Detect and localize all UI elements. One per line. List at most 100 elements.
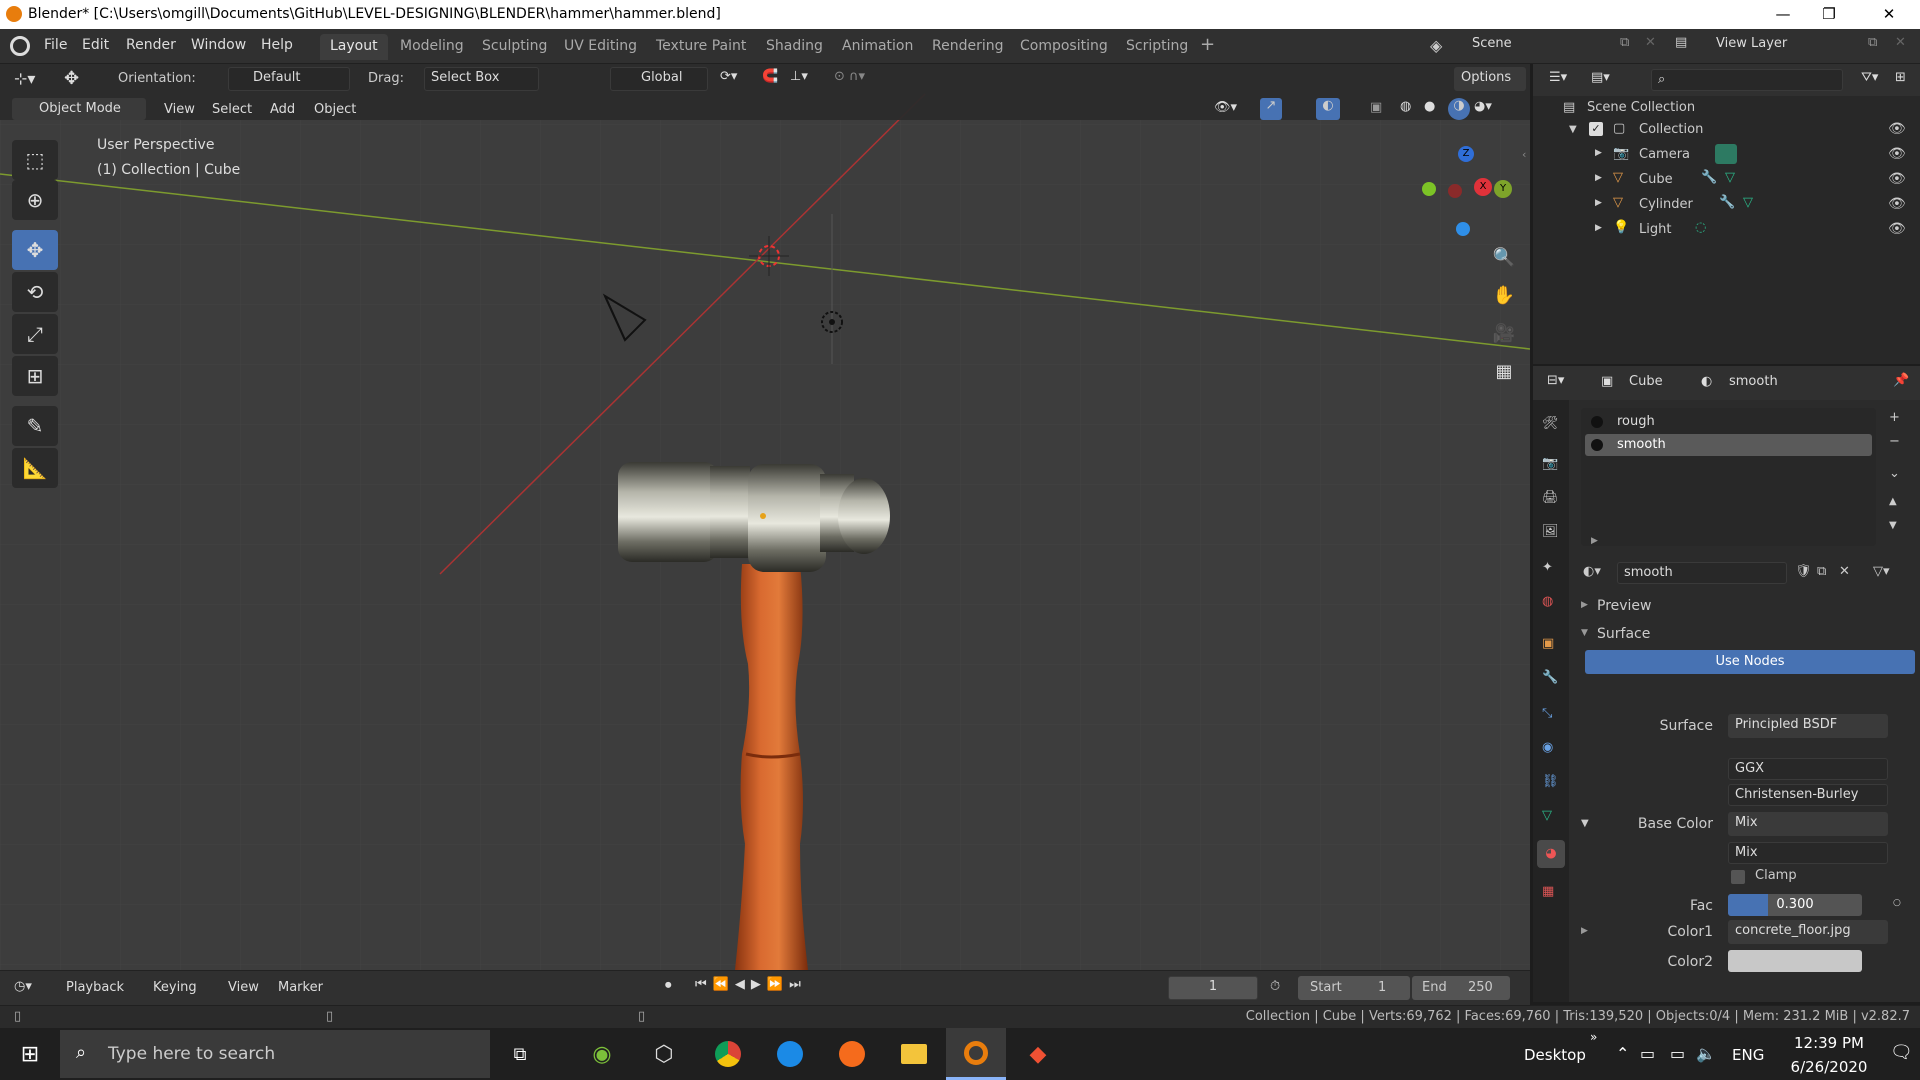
socket-icon[interactable]: ○ [1893, 898, 1901, 908]
new-view-layer-icon[interactable]: ⧉ [1868, 35, 1877, 50]
mesh-data-icon[interactable]: ▽ [1725, 170, 1735, 185]
collection-label[interactable]: Collection [1639, 122, 1703, 137]
volume-icon[interactable]: 🔈 [1696, 1044, 1716, 1063]
tray-chevron-icon[interactable]: ⌃ [1616, 1044, 1629, 1063]
record-icon[interactable]: ⏺ [665, 978, 672, 993]
pivot-icon[interactable]: ⟳▾ [720, 69, 737, 84]
delete-view-layer-icon[interactable]: ✕ [1895, 35, 1906, 50]
outliner-item-camera[interactable]: Camera [1639, 147, 1690, 162]
sidebar-toggle-icon[interactable]: ‹ [1522, 148, 1526, 161]
material-slot-smooth[interactable]: smooth [1617, 437, 1666, 452]
material-preview-icon[interactable]: ◑ [1448, 98, 1470, 120]
menu-view[interactable]: View [164, 102, 195, 117]
3d-viewport[interactable]: ⊹▾ ✥ Orientation: Default Drag: Select B… [0, 64, 1530, 970]
scene-icon[interactable]: ◈ [1430, 36, 1442, 55]
mix-blend-dropdown[interactable]: Mix [1728, 842, 1888, 864]
use-nodes-button[interactable]: Use Nodes [1585, 650, 1915, 674]
notifications-icon[interactable]: 🗨 [1890, 1042, 1913, 1063]
rendered-shading-icon[interactable]: ◕▾ [1474, 99, 1492, 114]
taskbar-search-box[interactable]: ⌕ Type here to search [60, 1030, 490, 1078]
object-mode-dropdown[interactable]: Object Mode [12, 98, 146, 120]
language-indicator[interactable]: ENG [1732, 1046, 1764, 1064]
properties-editor-icon[interactable]: ⊟▾ [1547, 373, 1564, 388]
expand-arrow-icon[interactable]: ▶ [1581, 926, 1588, 936]
color1-texture-field[interactable]: concrete_floor.jpg [1728, 920, 1888, 944]
scene-tab-icon[interactable]: ✦ [1542, 560, 1553, 575]
surface-shader-field[interactable]: Principled BSDF [1728, 714, 1888, 738]
visibility-icon[interactable]: 👁▾ [1214, 100, 1237, 115]
overlay-toggle-icon[interactable]: ◐ [1316, 98, 1340, 120]
filter-icon[interactable]: ⛛▾ [1861, 70, 1878, 85]
zoom-icon[interactable]: 🔍 [1487, 240, 1521, 274]
wireframe-shading-icon[interactable]: ◍ [1400, 99, 1411, 114]
tab-texture-paint[interactable]: Texture Paint [646, 34, 756, 60]
gizmo-toggle-icon[interactable]: ↗ [1260, 98, 1282, 120]
new-scene-icon[interactable]: ⧉ [1620, 35, 1629, 50]
playback-controls[interactable]: ⏮⏪◀▶⏩⏭ [695, 977, 807, 992]
camera-data-icon[interactable] [1715, 144, 1737, 164]
file-explorer-icon[interactable] [884, 1028, 944, 1080]
light-eye-icon[interactable]: 👁 [1888, 221, 1906, 237]
proportional-edit-icon[interactable]: ⊙ ∩▾ [834, 69, 865, 84]
expand-arrow-icon[interactable]: ▶ [1595, 173, 1602, 183]
output-tab-icon[interactable]: 🖨 [1542, 490, 1559, 505]
move-up-icon[interactable]: ▲ [1889, 496, 1897, 507]
xray-icon[interactable]: ▣ [1370, 100, 1382, 115]
add-slot-icon[interactable]: + [1889, 410, 1900, 425]
solid-shading-icon[interactable]: ● [1424, 99, 1435, 114]
render-tab-icon[interactable]: 📷 [1542, 456, 1558, 471]
fake-user-icon[interactable]: 🛡 [1795, 564, 1812, 579]
unity-icon[interactable]: ⬡ [634, 1028, 694, 1080]
texture-tab-icon[interactable]: ▦ [1542, 884, 1554, 899]
collapse-arrow-icon[interactable]: ▼ [1581, 818, 1589, 829]
blender-menu-icon[interactable] [10, 36, 30, 56]
collection-eye-icon[interactable]: 👁 [1888, 121, 1906, 137]
tab-scripting[interactable]: Scripting [1116, 34, 1198, 60]
annotate-tool-icon[interactable]: ✎ [12, 406, 58, 446]
tab-shading[interactable]: Shading [756, 34, 833, 60]
collapse-arrow-icon[interactable]: ▼ [1581, 628, 1588, 638]
expand-arrow-icon[interactable]: ▶ [1581, 600, 1588, 610]
outliner-search-input[interactable]: ⌕ [1651, 69, 1843, 91]
menu-file[interactable]: File [44, 37, 67, 53]
particles-tab-icon[interactable]: ⤡ [1542, 706, 1552, 721]
delete-scene-icon[interactable]: ✕ [1645, 35, 1656, 50]
pan-hand-icon[interactable]: ✋ [1487, 278, 1521, 312]
collection-checkbox[interactable]: ✓ [1589, 122, 1603, 136]
link-to-icon[interactable]: ▽▾ [1873, 564, 1890, 579]
minimize-button[interactable]: — [1760, 0, 1806, 29]
scene-collection-label[interactable]: Scene Collection [1587, 100, 1695, 115]
menu-edit[interactable]: Edit [82, 37, 109, 53]
outliner-editor-icon[interactable]: ☰▾ [1549, 70, 1567, 85]
clock-date[interactable]: 6/26/2020 [1784, 1058, 1874, 1076]
new-collection-icon[interactable]: ⊞ [1895, 70, 1906, 85]
playback-menu[interactable]: Playback [66, 980, 124, 995]
duplicate-material-icon[interactable]: ⧉ [1817, 564, 1826, 579]
git-icon[interactable]: ◆ [1008, 1028, 1068, 1080]
network-icon[interactable]: ▭ [1640, 1044, 1655, 1063]
cursor-tool-icon[interactable]: ⊕ [12, 180, 58, 220]
editor-type-icon[interactable]: ⊹▾ [14, 69, 35, 88]
collapse-arrow-icon[interactable]: ▼ [1569, 124, 1577, 135]
android-studio-icon[interactable]: ◉ [572, 1028, 632, 1080]
surface-section-header[interactable]: Surface [1597, 626, 1650, 642]
world-tab-icon[interactable]: ◍ [1542, 594, 1553, 609]
mesh-data-icon[interactable]: ▽ [1743, 195, 1753, 210]
scale-tool-icon[interactable]: ⤢ [12, 314, 58, 354]
menu-select[interactable]: Select [212, 102, 252, 117]
distribution-dropdown[interactable]: GGX [1728, 758, 1888, 780]
scene-field[interactable]: Scene [1466, 34, 1616, 58]
light-data-icon[interactable]: ◌ [1695, 220, 1706, 235]
snap-icon[interactable]: 🧲 [762, 69, 778, 84]
menu-render[interactable]: Render [126, 37, 176, 53]
view-layer-icon[interactable]: ▤ [1675, 35, 1687, 50]
windows-start-icon[interactable]: ⊞ [0, 1028, 60, 1080]
camera-eye-icon[interactable]: 👁 [1888, 146, 1906, 162]
constraints-tab-icon[interactable]: ⛓ [1542, 774, 1559, 789]
perspective-toggle-icon[interactable]: ▦ [1487, 354, 1521, 388]
material-slot-rough[interactable]: rough [1617, 414, 1655, 429]
tab-rendering[interactable]: Rendering [922, 34, 1014, 60]
move-tool-button[interactable]: ✥ [12, 230, 58, 270]
tool-tab-icon[interactable]: 🛠 [1542, 416, 1559, 431]
outliner-item-cube[interactable]: Cube [1639, 172, 1673, 187]
